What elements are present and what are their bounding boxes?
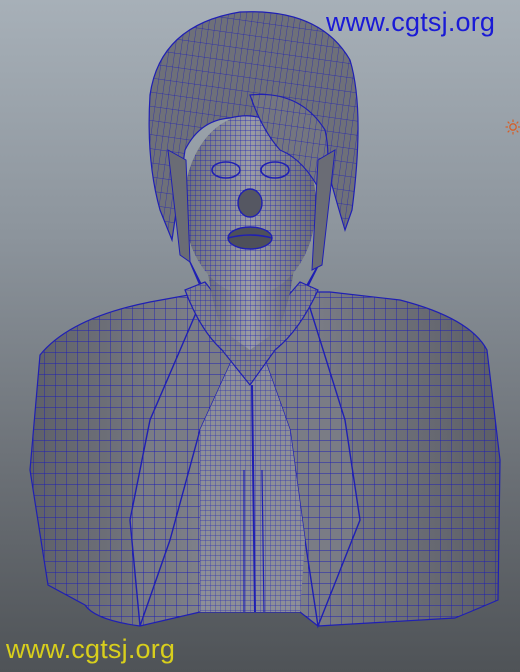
watermark-bottom: www.cgtsj.org (6, 634, 176, 664)
wireframe-bust-model[interactable] (0, 0, 520, 672)
3d-viewport[interactable]: www.cgtsj.org www.cgtsj.org (0, 0, 520, 672)
watermark-top: www.cgtsj.org (326, 7, 496, 37)
light-icon[interactable] (505, 119, 520, 135)
